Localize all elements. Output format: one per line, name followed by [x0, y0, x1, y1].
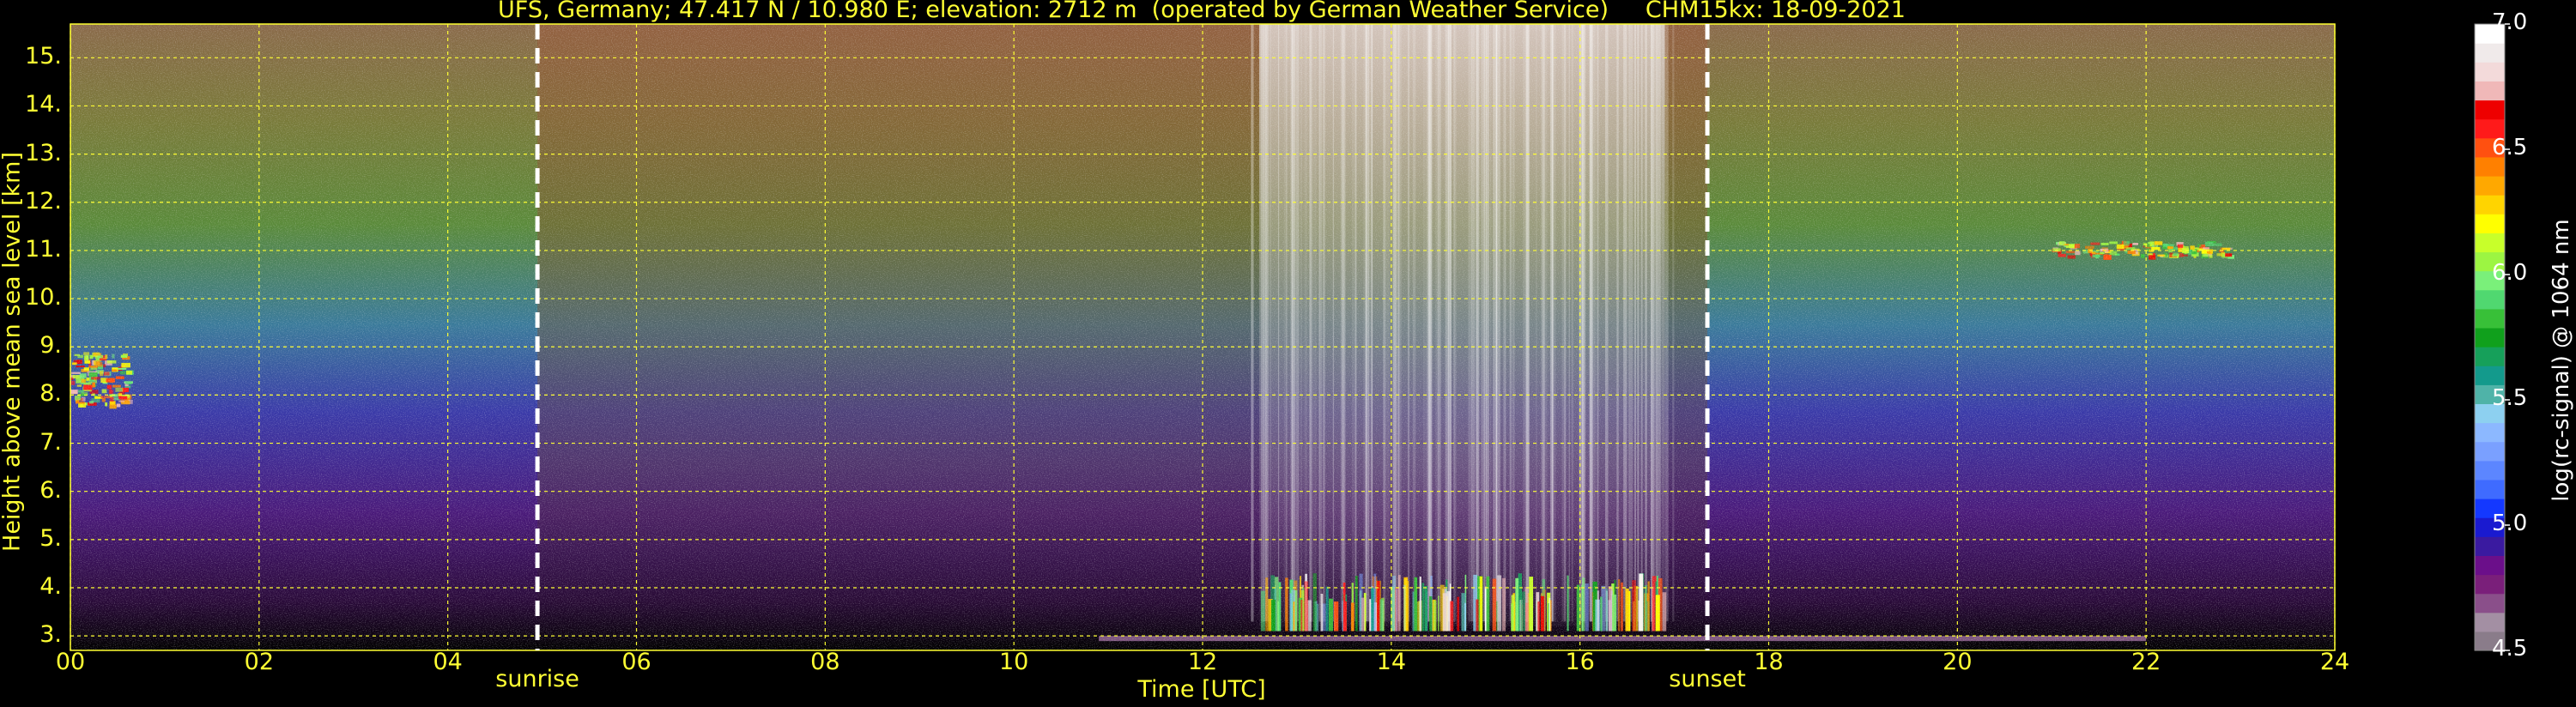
colorbar-swatch — [2475, 347, 2505, 366]
y-tick-label: 14. — [25, 91, 62, 118]
x-tick-label: 14 — [1376, 649, 1406, 675]
colorbar — [2474, 23, 2510, 651]
colorbar-swatch — [2475, 308, 2505, 329]
colorbar-swatch — [2475, 62, 2505, 82]
colorbar-swatch — [2475, 441, 2505, 462]
x-tick-label: 08 — [810, 649, 840, 675]
ceilometer-plot — [70, 23, 2510, 651]
x-tick-label: 16 — [1565, 649, 1595, 675]
y-tick-label: 15. — [25, 43, 62, 70]
heatmap-area — [70, 24, 2335, 650]
x-tick-label: 10 — [998, 649, 1029, 675]
colorbar-swatch — [2475, 536, 2505, 556]
x-tick-label: 22 — [2131, 649, 2161, 675]
x-tick-label: 02 — [244, 649, 274, 675]
x-tick-label: 00 — [55, 649, 86, 675]
x-tick-label: 12 — [1187, 649, 1218, 675]
colorbar-swatch — [2475, 175, 2505, 196]
x-tick-label: 20 — [1943, 649, 1973, 675]
y-tick-label: 4. — [39, 573, 62, 600]
colorbar-swatch — [2475, 555, 2505, 576]
event-label-sunrise: sunrise — [495, 666, 579, 692]
colorbar-tick-label: 7.0 — [2492, 9, 2528, 35]
colorbar-swatch — [2475, 479, 2505, 499]
colorbar-swatch — [2475, 214, 2505, 233]
colorbar-swatch — [2475, 327, 2505, 347]
x-axis-label: Time [UTC] — [1137, 676, 1266, 703]
colorbar-swatch — [2475, 574, 2505, 595]
event-label-sunset: sunset — [1669, 666, 1746, 692]
colorbar-swatch — [2475, 100, 2505, 120]
colorbar-swatch — [2475, 460, 2505, 480]
colorbar-swatch — [2475, 366, 2505, 385]
colorbar-swatch — [2475, 195, 2505, 215]
colorbar-tick-label: 6.0 — [2492, 260, 2528, 286]
colorbar-swatch — [2475, 289, 2505, 310]
y-tick-label: 3. — [39, 621, 62, 649]
colorbar-tick-label: 5.5 — [2492, 385, 2528, 411]
colorbar-tick-label: 6.5 — [2492, 135, 2528, 160]
colorbar-swatch — [2475, 233, 2505, 253]
x-tick-label: 06 — [621, 649, 652, 675]
colorbar-swatch — [2475, 43, 2505, 63]
colorbar-swatch — [2475, 81, 2505, 101]
colorbar-tick-label: 4.5 — [2492, 636, 2528, 662]
colorbar-swatch — [2475, 612, 2505, 632]
signal-grain — [70, 24, 2335, 650]
colorbar-tick-label: 5.0 — [2492, 511, 2528, 536]
colorbar-swatch — [2475, 593, 2505, 613]
x-tick-label: 24 — [2319, 649, 2350, 675]
colorbar-swatch — [2475, 422, 2505, 443]
x-tick-label: 04 — [433, 649, 463, 675]
